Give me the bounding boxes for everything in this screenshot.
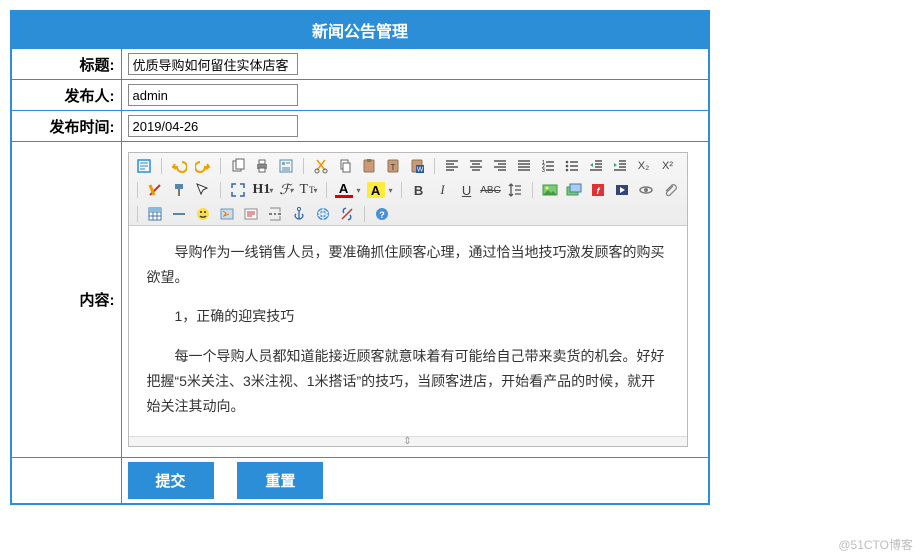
submit-button[interactable]: 提交: [128, 462, 214, 499]
heading-dropdown[interactable]: H1▾: [253, 182, 274, 198]
source-icon[interactable]: [135, 157, 153, 175]
link-icon[interactable]: [314, 205, 332, 223]
form-header: 新闻公告管理: [11, 11, 709, 49]
content-paragraph: 1，正确的迎宾技巧: [147, 304, 669, 329]
rich-text-editor: T W 123 X₂ X²: [128, 152, 688, 447]
hr-icon[interactable]: [170, 205, 188, 223]
about-icon[interactable]: ?: [373, 205, 391, 223]
copy2-icon[interactable]: [336, 157, 354, 175]
template-icon[interactable]: [277, 157, 295, 175]
superscript-icon[interactable]: X²: [659, 157, 677, 175]
unlink-icon[interactable]: [338, 205, 356, 223]
list-ol-icon[interactable]: 123: [539, 157, 557, 175]
flash-icon[interactable]: f: [589, 181, 607, 199]
content-paragraph: 导购作为一线销售人员，要准确抓住顾客心理，通过恰当地技巧激发顾客的购买欲望。: [147, 240, 669, 290]
editor-resize-handle[interactable]: ⇕: [129, 436, 687, 446]
lineheight-icon[interactable]: [506, 181, 524, 199]
svg-text:?: ?: [379, 210, 385, 220]
editor-toolbar: T W 123 X₂ X²: [129, 153, 687, 226]
publish-time-input[interactable]: [128, 115, 298, 137]
font-family-dropdown[interactable]: ℱ▾: [279, 182, 293, 199]
title-input[interactable]: [128, 53, 298, 75]
content-paragraph: 每一个导购人员都知道能接近顾客就意味着有可能给自己带来卖货的机会。好好把握“5米…: [147, 344, 669, 420]
subscript-icon[interactable]: X₂: [635, 157, 653, 175]
watermark: @51CTO博客: [838, 536, 913, 553]
fullscreen-icon[interactable]: [229, 181, 247, 199]
indent-icon[interactable]: [611, 157, 629, 175]
italic-icon[interactable]: I: [434, 181, 452, 199]
label-publish-time: 发布时间:: [11, 111, 121, 142]
outdent-icon[interactable]: [587, 157, 605, 175]
editor-content-area[interactable]: 导购作为一线销售人员，要准确抓住顾客心理，通过恰当地技巧激发顾客的购买欲望。 1…: [129, 226, 687, 436]
svg-text:T: T: [390, 163, 395, 172]
redo-icon[interactable]: [194, 157, 212, 175]
paste-icon[interactable]: [360, 157, 378, 175]
strike-icon[interactable]: ABC: [482, 181, 500, 199]
clear-format-icon[interactable]: [146, 181, 164, 199]
font-color-picker[interactable]: A: [335, 182, 353, 198]
table-icon[interactable]: [146, 205, 164, 223]
label-publisher: 发布人:: [11, 80, 121, 111]
news-form-table: 新闻公告管理 标题: 发布人: 发布时间: 内容:: [10, 10, 710, 505]
anchor-icon[interactable]: [290, 205, 308, 223]
map-icon[interactable]: [218, 205, 236, 223]
select-all-icon[interactable]: [194, 181, 212, 199]
media-icon[interactable]: [613, 181, 631, 199]
label-title: 标题:: [11, 49, 121, 80]
align-right-icon[interactable]: [491, 157, 509, 175]
paste-text-icon[interactable]: T: [384, 157, 402, 175]
svg-text:3: 3: [542, 168, 545, 174]
image-icon[interactable]: [541, 181, 559, 199]
font-size-dropdown[interactable]: TT▾: [299, 182, 317, 198]
undo-icon[interactable]: [170, 157, 188, 175]
underline-icon[interactable]: U: [458, 181, 476, 199]
highlight-color-picker[interactable]: A: [367, 182, 385, 198]
attach-icon[interactable]: [661, 181, 679, 199]
file-icon[interactable]: [637, 181, 655, 199]
emoticon-icon[interactable]: [194, 205, 212, 223]
cut-icon[interactable]: [312, 157, 330, 175]
paste-word-icon[interactable]: W: [408, 157, 426, 175]
bold-icon[interactable]: B: [410, 181, 428, 199]
align-center-icon[interactable]: [467, 157, 485, 175]
code-icon[interactable]: [242, 205, 260, 223]
align-justify-icon[interactable]: [515, 157, 533, 175]
multiimage-icon[interactable]: [565, 181, 583, 199]
svg-text:W: W: [416, 167, 423, 174]
align-left-icon[interactable]: [443, 157, 461, 175]
reset-button[interactable]: 重置: [237, 462, 323, 499]
pagebreak-icon[interactable]: [266, 205, 284, 223]
label-content: 内容:: [11, 142, 121, 458]
list-ul-icon[interactable]: [563, 157, 581, 175]
print-icon[interactable]: [253, 157, 271, 175]
copy-icon[interactable]: [229, 157, 247, 175]
format-brush-icon[interactable]: [170, 181, 188, 199]
publisher-input[interactable]: [128, 84, 298, 106]
